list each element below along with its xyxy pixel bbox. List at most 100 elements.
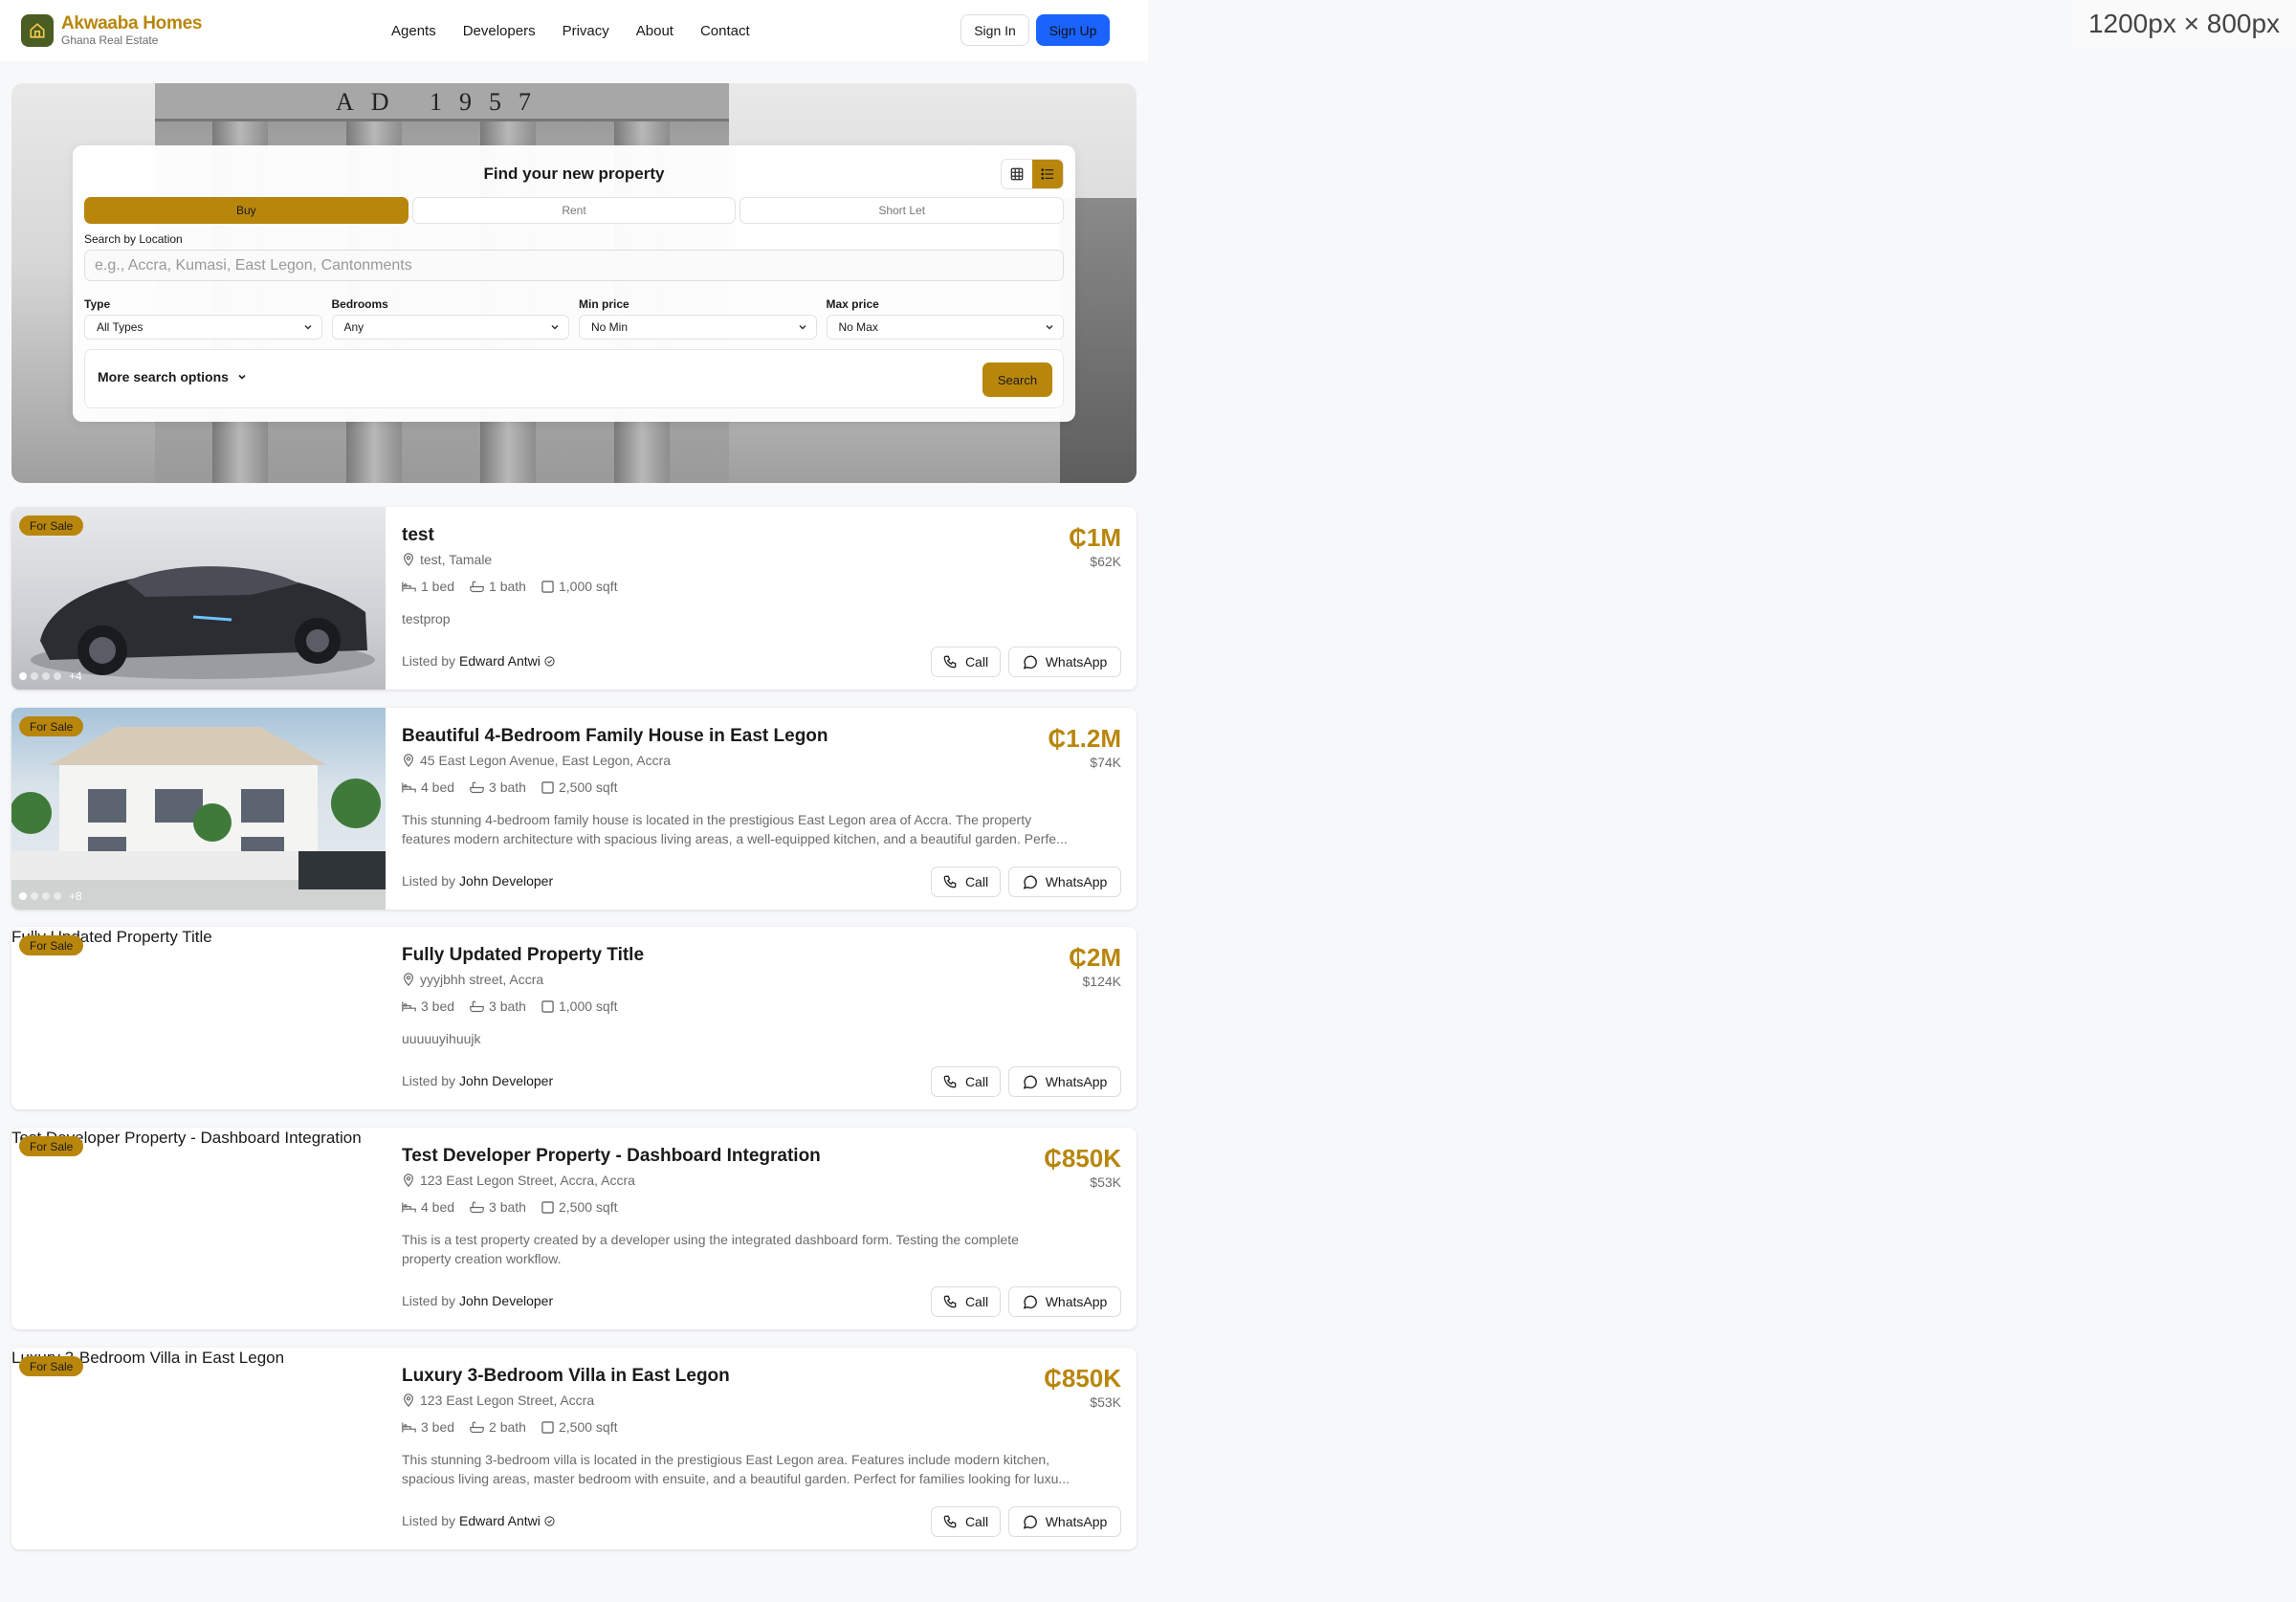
search-title: Find your new property — [483, 165, 665, 183]
listing-card[interactable]: For Sale +4 test ₵1M $62K test, Tamale 1… — [11, 507, 1137, 690]
bed-icon — [402, 582, 416, 591]
nav-privacy[interactable]: Privacy — [563, 23, 609, 39]
nav-contact[interactable]: Contact — [700, 23, 750, 39]
listing-price: ₵850K — [1044, 1144, 1121, 1173]
agent-name[interactable]: John Developer — [459, 1293, 553, 1308]
listing-card[interactable]: Fully Updated Property Title For Sale Fu… — [11, 927, 1137, 1109]
nav-agents[interactable]: Agents — [391, 23, 436, 39]
grid-view-icon[interactable] — [1002, 160, 1032, 188]
bed-icon — [402, 782, 416, 792]
listing-price-usd: $53K — [1090, 1174, 1121, 1190]
brand[interactable]: Akwaaba Homes Ghana Real Estate — [61, 13, 202, 48]
filter-row: Type All Types Bedrooms Any Min price No… — [84, 297, 1064, 340]
bed-icon — [402, 1001, 416, 1011]
listing-price: ₵2M — [1069, 943, 1121, 972]
chat-bubble-icon — [1023, 1075, 1037, 1089]
listing-description: This stunning 3-bedroom villa is located… — [402, 1452, 1071, 1486]
tab-rent[interactable]: Rent — [411, 197, 737, 224]
agent-name[interactable]: John Developer — [459, 1073, 553, 1088]
listing-price: ₵850K — [1044, 1364, 1121, 1393]
bed-icon — [402, 1422, 416, 1432]
listing-title[interactable]: Fully Updated Property Title — [402, 945, 644, 966]
whatsapp-button[interactable]: WhatsApp — [1008, 1066, 1121, 1097]
type-select[interactable]: All Types — [84, 315, 322, 340]
bedrooms-select[interactable]: Any — [331, 315, 569, 340]
chevron-down-icon — [303, 324, 312, 330]
listing-image[interactable]: For Sale +8 — [11, 708, 386, 910]
phone-icon — [943, 655, 957, 669]
listing-image[interactable]: For Sale +4 — [11, 507, 386, 690]
image-carousel-dots[interactable] — [19, 672, 61, 680]
listing-card[interactable]: Test Developer Property - Dashboard Inte… — [11, 1128, 1137, 1329]
listing-title[interactable]: Luxury 3-Bedroom Villa in East Legon — [402, 1366, 730, 1387]
listing-title[interactable]: Beautiful 4-Bedroom Family House in East… — [402, 726, 828, 747]
listing-title[interactable]: Test Developer Property - Dashboard Inte… — [402, 1146, 821, 1167]
listing-price-usd: $74K — [1090, 755, 1121, 770]
chevron-down-icon — [551, 324, 559, 330]
nav-about[interactable]: About — [636, 23, 673, 39]
list-view-icon[interactable] — [1032, 160, 1063, 188]
max-price-select[interactable]: No Max — [826, 315, 1064, 340]
filter-max-price-label: Max price — [826, 297, 879, 311]
location-search-input[interactable]: e.g., Accra, Kumasi, East Legon, Cantonm… — [84, 250, 1064, 281]
listing-image[interactable]: Fully Updated Property Title For Sale — [11, 927, 386, 1109]
image-carousel-dots[interactable] — [19, 892, 61, 900]
search-button[interactable]: Search — [982, 362, 1052, 397]
whatsapp-button[interactable]: WhatsApp — [1008, 1286, 1121, 1317]
more-images-count: +4 — [69, 669, 82, 683]
chat-bubble-icon — [1023, 1295, 1037, 1309]
tab-buy[interactable]: Buy — [84, 197, 408, 224]
type-select-value: All Types — [97, 320, 144, 334]
sign-in-button[interactable]: Sign In — [960, 14, 1029, 46]
whatsapp-button[interactable]: WhatsApp — [1008, 1506, 1121, 1537]
listing-title[interactable]: test — [402, 525, 434, 546]
listing-image[interactable]: Test Developer Property - Dashboard Inte… — [11, 1128, 386, 1329]
listing-description: This is a test property created by a dev… — [402, 1232, 1019, 1266]
filter-min-price: Min price No Min — [579, 297, 817, 340]
filter-max-price: Max price No Max — [826, 297, 1064, 340]
whatsapp-button[interactable]: WhatsApp — [1008, 647, 1121, 677]
listing-image[interactable]: Luxury 3-Bedroom Villa in East Legon For… — [11, 1348, 386, 1549]
call-button[interactable]: Call — [931, 1286, 1001, 1317]
location-label: Search by Location — [84, 232, 183, 246]
chat-bubble-icon — [1023, 1515, 1037, 1529]
map-pin-icon — [404, 1174, 413, 1187]
tab-short-let[interactable]: Short Let — [740, 197, 1065, 224]
map-pin-icon — [404, 754, 413, 767]
call-button[interactable]: Call — [931, 647, 1001, 677]
bath-icon — [470, 581, 484, 592]
verified-check-icon — [544, 655, 555, 667]
agent-name[interactable]: Edward Antwi — [459, 653, 541, 669]
call-button[interactable]: Call — [931, 1506, 1001, 1537]
min-price-select-value: No Min — [591, 320, 629, 334]
whatsapp-button[interactable]: WhatsApp — [1008, 867, 1121, 897]
listed-by: Listed by Edward Antwi — [402, 653, 555, 669]
more-search-options-toggle[interactable]: More search options — [98, 369, 248, 384]
listing-address: 45 East Legon Avenue, East Legon, Accra — [402, 753, 671, 768]
home-logo-icon[interactable] — [21, 14, 54, 47]
monument-inscription: AD 1957 — [335, 88, 549, 116]
for-sale-badge: For Sale — [19, 516, 84, 536]
listing-card[interactable]: Luxury 3-Bedroom Villa in East Legon For… — [11, 1348, 1137, 1549]
area-icon — [541, 1420, 554, 1434]
chevron-down-icon — [798, 324, 806, 330]
agent-name[interactable]: John Developer — [459, 873, 553, 889]
area-icon — [541, 999, 554, 1013]
call-button[interactable]: Call — [931, 1066, 1001, 1097]
agent-name[interactable]: Edward Antwi — [459, 1513, 541, 1528]
listing-address: 123 East Legon Street, Accra, Accra — [402, 1173, 635, 1188]
listed-by: Listed by John Developer — [402, 1073, 554, 1088]
nav-developers[interactable]: Developers — [463, 23, 536, 39]
bed-icon — [402, 1202, 416, 1212]
listing-price: ₵1.2M — [1048, 724, 1121, 753]
sign-up-button[interactable]: Sign Up — [1036, 14, 1110, 46]
map-pin-icon — [404, 973, 413, 986]
min-price-select[interactable]: No Min — [579, 315, 817, 340]
listing-address: test, Tamale — [402, 552, 492, 567]
verified-check-icon — [544, 1515, 555, 1526]
listing-card[interactable]: For Sale +8 Beautiful 4-Bedroom Family H… — [11, 708, 1137, 910]
chevron-down-icon — [1046, 324, 1053, 330]
call-button[interactable]: Call — [931, 867, 1001, 897]
for-sale-badge: For Sale — [19, 716, 84, 736]
hero-banner: AD 1957 Find your new property Buy Rent … — [11, 83, 1137, 483]
